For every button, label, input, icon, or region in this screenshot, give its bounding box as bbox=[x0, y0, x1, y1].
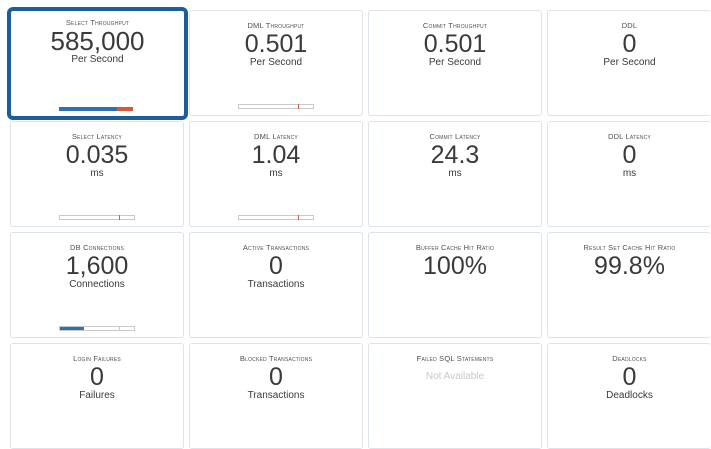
tile-unit: Transactions bbox=[247, 279, 305, 290]
tile-title: Login Failures bbox=[73, 354, 121, 363]
tile-unit: ms bbox=[90, 168, 104, 179]
tile-value: 24.3 bbox=[430, 141, 480, 169]
gauge-fill bbox=[59, 107, 117, 111]
latency-gauge-bar bbox=[238, 215, 314, 220]
tile-title: DML Latency bbox=[254, 132, 298, 141]
tile-title: DML Throughput bbox=[247, 21, 305, 30]
tile-value: 1,600 bbox=[65, 252, 129, 280]
tile-title: Deadlocks bbox=[612, 354, 647, 363]
tile-title: Buffer Cache Hit Ratio bbox=[415, 243, 495, 252]
tile-buffer-cache-hit-ratio[interactable]: Buffer Cache Hit Ratio 100% bbox=[368, 232, 542, 338]
connections-gauge-bar bbox=[59, 326, 135, 331]
not-available-text: Not Available bbox=[425, 371, 485, 382]
tile-commit-latency[interactable]: Commit Latency 24.3 ms bbox=[368, 121, 542, 227]
tile-title: Active Transactions bbox=[242, 243, 310, 252]
tile-unit: Connections bbox=[69, 279, 125, 290]
gauge-threshold-tick bbox=[298, 104, 300, 109]
tile-select-latency[interactable]: Select Latency 0.035 ms bbox=[10, 121, 184, 227]
throughput-gauge-bar bbox=[238, 104, 314, 109]
tile-value: 100% bbox=[423, 252, 487, 280]
tile-unit: Per Second bbox=[603, 57, 656, 68]
tile-dml-latency[interactable]: DML Latency 1.04 ms bbox=[189, 121, 363, 227]
tile-select-throughput[interactable]: Select Throughput 585,000 Per Second bbox=[7, 7, 188, 120]
tile-commit-throughput[interactable]: Commit Throughput 0.501 Per Second bbox=[368, 10, 542, 116]
tile-unit: Transactions bbox=[247, 390, 305, 401]
tile-active-transactions[interactable]: Active Transactions 0 Transactions bbox=[189, 232, 363, 338]
tile-value: 0.501 bbox=[423, 30, 487, 58]
tile-ddl[interactable]: DDL 0 Per Second bbox=[547, 10, 711, 116]
tile-deadlocks[interactable]: Deadlocks 0 Deadlocks bbox=[547, 343, 711, 449]
tile-title: DDL Latency bbox=[607, 132, 652, 141]
tile-result-set-cache-hit-ratio[interactable]: Result Set Cache Hit Ratio 99.8% bbox=[547, 232, 711, 338]
tile-login-failures[interactable]: Login Failures 0 Failures bbox=[10, 343, 184, 449]
tile-unit: Per Second bbox=[71, 54, 124, 65]
tile-title: Blocked Transactions bbox=[239, 354, 313, 363]
tile-title: DB Connections bbox=[69, 243, 125, 252]
tile-value: 1.04 bbox=[251, 141, 301, 169]
tile-unit: Per Second bbox=[428, 57, 482, 68]
tile-db-connections[interactable]: DB Connections 1,600 Connections bbox=[10, 232, 184, 338]
tile-value: 99.8% bbox=[594, 252, 665, 280]
tile-dml-throughput[interactable]: DML Throughput 0.501 Per Second bbox=[189, 10, 363, 116]
tile-value: 0 bbox=[622, 30, 637, 58]
tile-title: Select Latency bbox=[71, 132, 123, 141]
tile-value: 0 bbox=[622, 363, 637, 391]
tile-value: 0.035 bbox=[65, 141, 129, 169]
tile-value: 585,000 bbox=[50, 26, 145, 56]
tile-value: 0 bbox=[269, 363, 283, 391]
tile-blocked-transactions[interactable]: Blocked Transactions 0 Transactions bbox=[189, 343, 363, 449]
tile-unit: ms bbox=[448, 168, 462, 179]
tile-unit: Deadlocks bbox=[606, 390, 653, 401]
tile-value: 0 bbox=[622, 141, 637, 169]
tile-value: 0 bbox=[269, 252, 283, 280]
tile-title: Result Set Cache Hit Ratio bbox=[583, 243, 676, 252]
tile-unit: Per Second bbox=[249, 57, 303, 68]
tile-failed-sql-statements[interactable]: Failed SQL Statements Not Available bbox=[368, 343, 542, 449]
tile-title: Commit Latency bbox=[429, 132, 481, 141]
gauge-threshold-tick bbox=[119, 215, 121, 220]
gauge-threshold-tick bbox=[298, 215, 300, 220]
throughput-gauge-bar bbox=[59, 107, 133, 111]
gauge-threshold-tick bbox=[119, 326, 121, 331]
tile-title: DDL bbox=[621, 21, 638, 30]
gauge-fill bbox=[60, 327, 85, 330]
tile-title: Failed SQL Statements bbox=[416, 354, 494, 363]
tile-title: Commit Throughput bbox=[422, 21, 488, 30]
tile-ddl-latency[interactable]: DDL Latency 0 ms bbox=[547, 121, 711, 227]
tile-unit: ms bbox=[269, 168, 283, 179]
latency-gauge-bar bbox=[59, 215, 135, 220]
tile-unit: Failures bbox=[79, 390, 115, 401]
tile-value: 0 bbox=[90, 363, 104, 391]
tile-unit: ms bbox=[622, 168, 637, 179]
gauge-overflow bbox=[117, 107, 133, 111]
tile-value: 0.501 bbox=[244, 30, 308, 58]
